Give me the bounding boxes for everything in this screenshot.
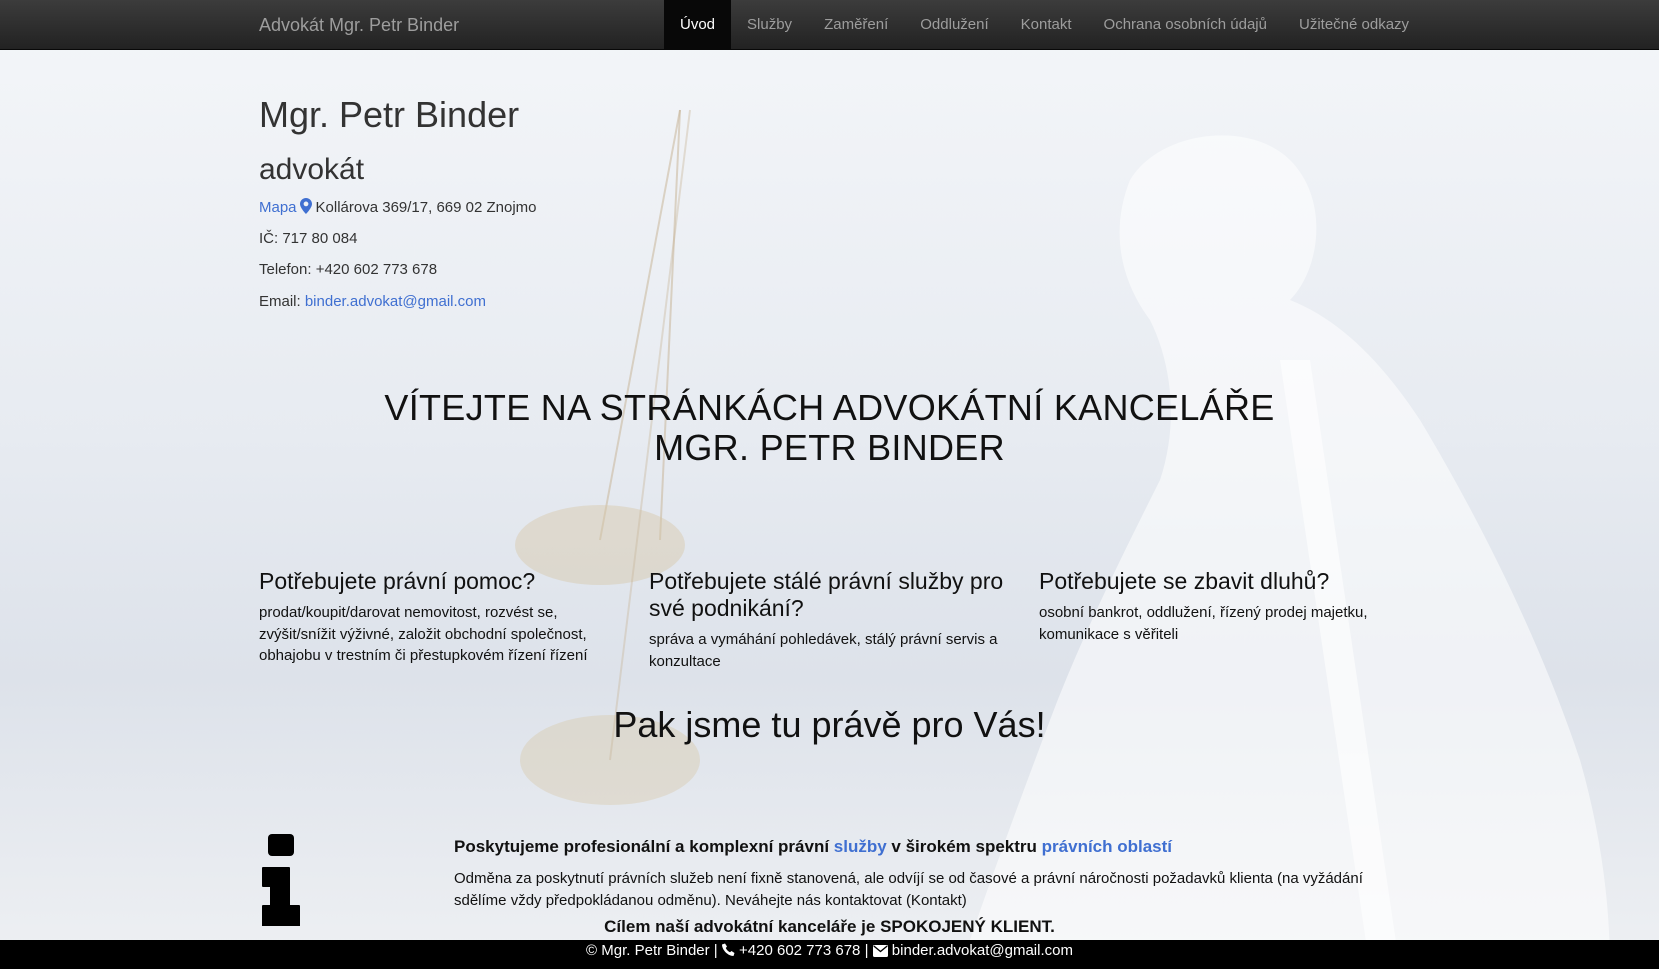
ic-line: IČ: 717 80 084 (259, 230, 358, 247)
column-title: Potřebujete se zbavit dluhů? (1039, 568, 1330, 594)
services-text: Odměna za poskytnutí právních služeb nen… (454, 870, 1363, 909)
services-heading-text: Poskytujeme profesionální a komplexní pr… (454, 837, 834, 856)
services-link[interactable]: služby (834, 837, 887, 856)
map-link[interactable]: Mapa (259, 199, 297, 216)
welcome-line-1: VÍTEJTE NA STRÁNKÁCH ADVOKÁTNÍ KANCELÁŘE (384, 387, 1275, 428)
footer-phone: +420 602 773 678 | (734, 942, 873, 959)
column-title: Potřebujete stálé právní služby pro své … (649, 568, 1004, 621)
legal-areas-link[interactable]: právních oblastí (1042, 837, 1172, 856)
footer-copyright: © Mgr. Petr Binder | (586, 942, 722, 959)
nav-item-kontakt[interactable]: Kontakt (1005, 0, 1088, 50)
footer: © Mgr. Petr Binder | +420 602 773 678 | … (0, 940, 1659, 969)
welcome-line-2: MGR. PETR BINDER (654, 427, 1005, 468)
nav-item-ochrana-udaju[interactable]: Ochrana osobních údajů (1088, 0, 1283, 50)
slogan: Pak jsme tu právě pro Vás! (613, 704, 1046, 745)
nav-item-zamereni[interactable]: Zaměření (808, 0, 904, 50)
footer-email: binder.advokat@gmail.com (887, 942, 1073, 959)
column-business-services: Potřebujete stálé právní služby pro své … (649, 568, 1004, 672)
column-text: osobní bankrot, oddlužení, řízený prodej… (1039, 604, 1368, 643)
email-link[interactable]: binder.advokat@gmail.com (305, 293, 486, 310)
services-heading-text-2: v širokém spektru (886, 837, 1042, 856)
email-label: Email: (259, 293, 305, 310)
page-subtitle: advokát (259, 153, 365, 186)
brand-link[interactable]: Advokát Mgr. Petr Binder (259, 0, 459, 50)
column-legal-help: Potřebujete právní pomoc? prodat/koupit/… (259, 568, 614, 667)
column-text: správa a vymáhání pohledávek, stálý práv… (649, 631, 998, 670)
goal-statement: Cílem naší advokátní kanceláře je SPOKOJ… (604, 917, 1055, 936)
nav-item-oddluzeni[interactable]: Oddlužení (904, 0, 1004, 50)
envelope-icon (872, 942, 888, 964)
phone-icon (721, 942, 735, 964)
column-debt-relief: Potřebujete se zbavit dluhů? osobní bank… (1039, 568, 1394, 645)
address-line: Mapa Kollárova 369/17, 669 02 Znojmo (259, 198, 537, 218)
welcome-heading: VÍTEJTE NA STRÁNKÁCH ADVOKÁTNÍ KANCELÁŘE… (0, 388, 1659, 468)
column-title: Potřebujete právní pomoc? (259, 568, 536, 594)
address-text: Kollárova 369/17, 669 02 Znojmo (315, 199, 537, 216)
nav-item-sluzby[interactable]: Služby (731, 0, 808, 50)
nav-item-uvod[interactable]: Úvod (664, 0, 732, 50)
nav-menu: Úvod Služby Zaměření Oddlužení Kontakt O… (664, 0, 1425, 50)
map-marker-icon[interactable] (299, 198, 312, 218)
info-icon (259, 834, 303, 927)
nav-item-uzitecne-odkazy[interactable]: Užitečné odkazy (1283, 0, 1425, 50)
column-text: prodat/koupit/darovat nemovitost, rozvés… (259, 604, 588, 664)
services-heading: Poskytujeme profesionální a komplexní pr… (454, 837, 1172, 857)
background-justice-statue (0, 0, 1659, 969)
phone-line: Telefon: +420 602 773 678 (259, 261, 438, 278)
page-title: Mgr. Petr Binder (259, 94, 520, 135)
top-navbar: Advokát Mgr. Petr Binder Úvod Služby Zam… (0, 0, 1659, 50)
email-line: Email: binder.advokat@gmail.com (259, 293, 486, 310)
